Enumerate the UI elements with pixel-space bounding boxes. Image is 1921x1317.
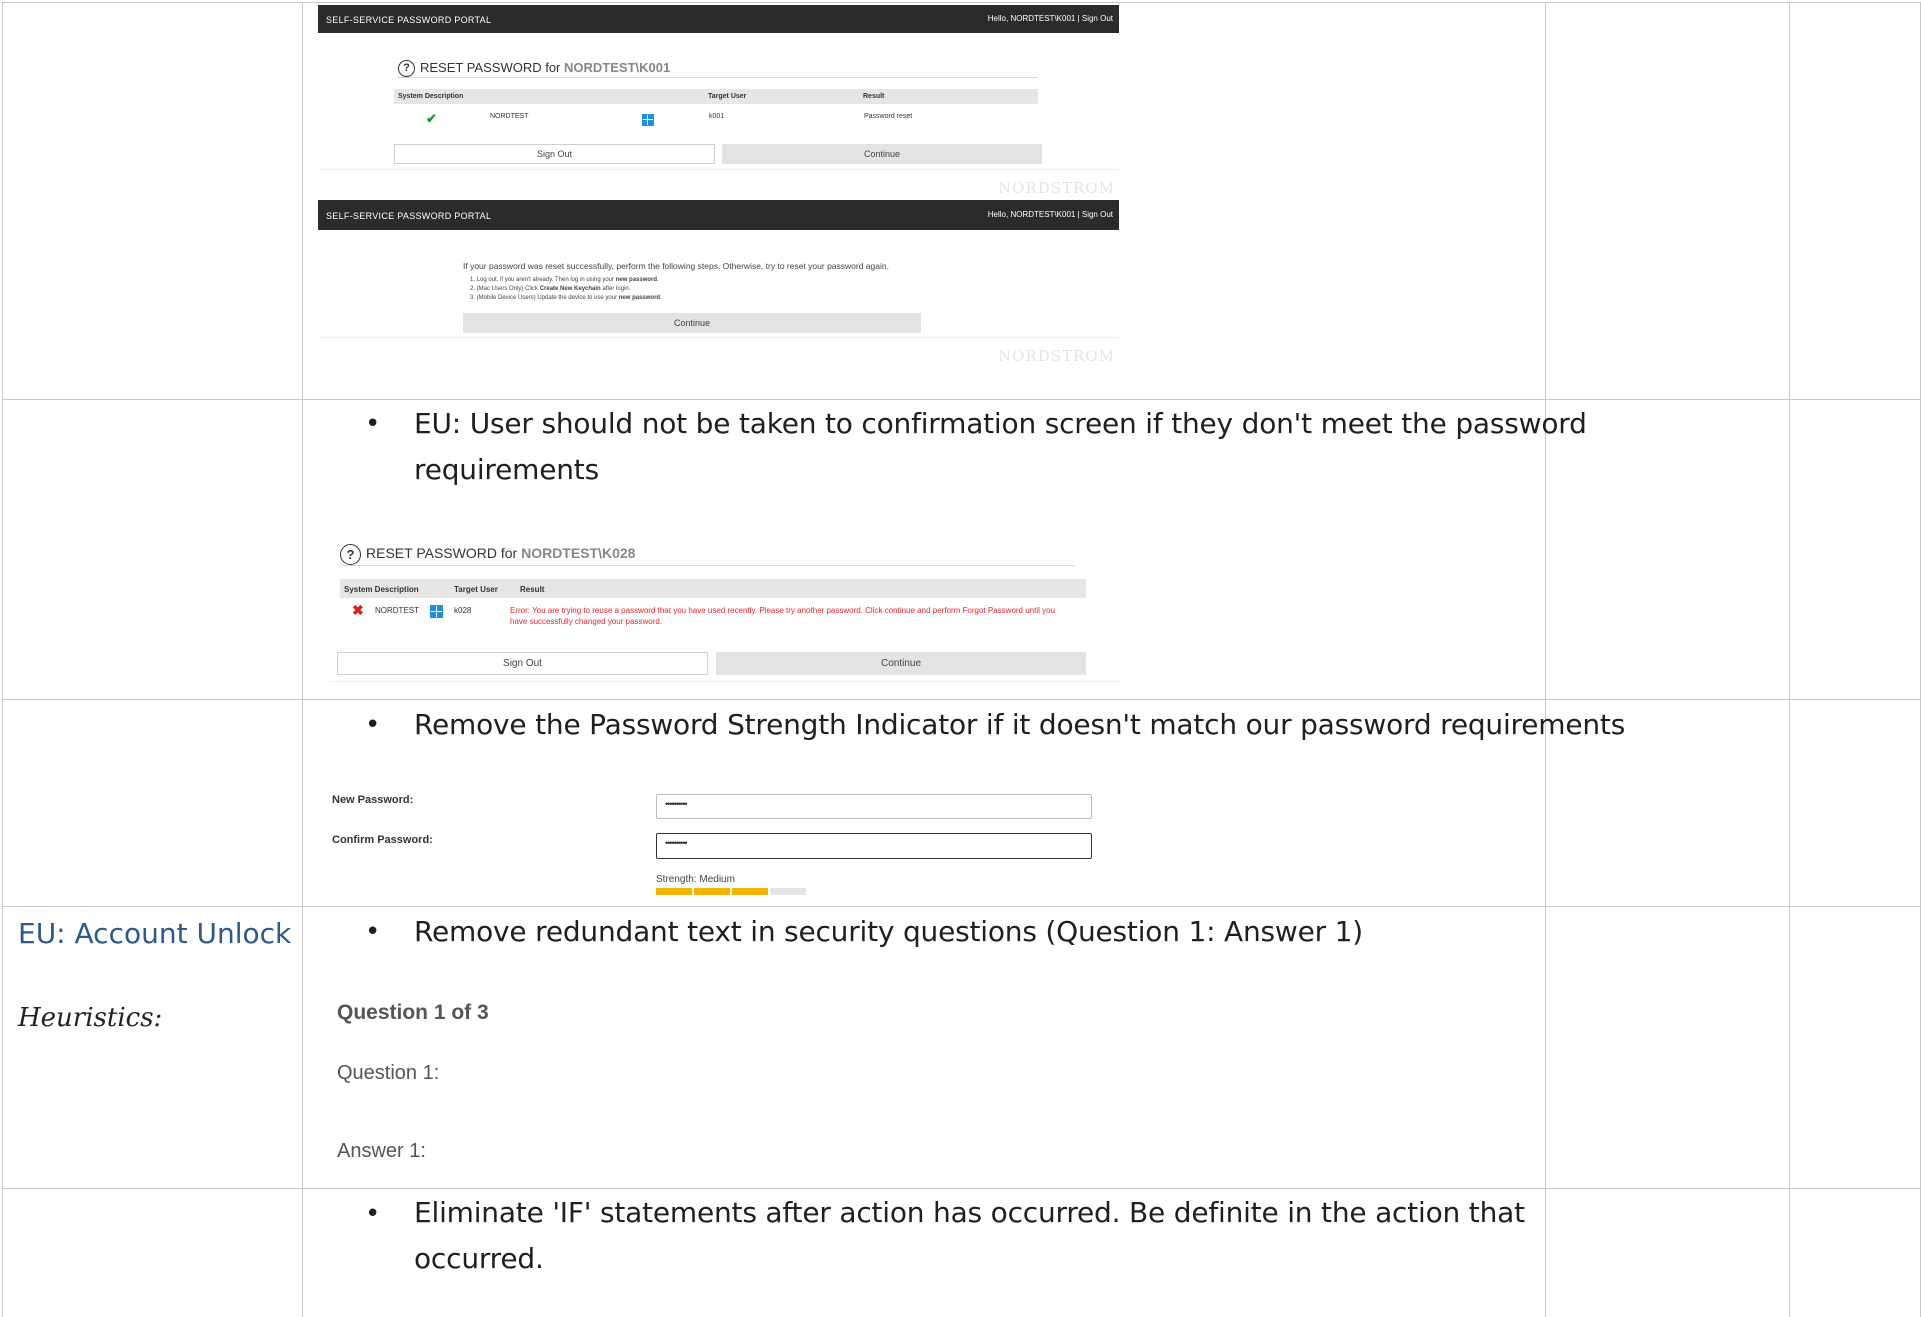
bullet-point: • [365,409,381,439]
col-divider-1 [302,2,303,1317]
confirm-password-input[interactable]: •••••••••• [656,833,1092,859]
continue-button[interactable]: Continue [716,652,1086,675]
finding-text-line-1: EU: User should not be taken to confirma… [414,407,1587,440]
footer-rule [318,169,1119,170]
footer-rule [330,681,1120,682]
portal-title: SELF-SERVICE PASSWORD PORTAL [326,211,492,221]
finding-text-line-2: requirements [414,453,599,486]
continue-button[interactable]: Continue [463,313,921,333]
system-name: NORDTEST [375,606,419,615]
col-divider-0 [2,2,3,1317]
col-divider-2 [1545,2,1546,1317]
confirm-password-label: Confirm Password: [332,834,433,846]
strength-segment-2 [694,888,730,895]
col-header-target: Target User [454,585,498,594]
strength-segment-1 [656,888,692,895]
help-question-icon: ? [398,60,415,77]
windows-icon [430,605,443,618]
sign-out-button[interactable]: Sign Out [394,144,715,164]
target-user: k028 [454,606,472,615]
title-rule [398,77,1038,78]
result-table-header: System Description Target User Result [340,579,1086,598]
col-header-result: Result [520,585,545,594]
footer-rule [318,337,1119,338]
nordstrom-logo: NORDSTROM [998,347,1115,365]
nordstrom-logo: NORDSTROM [998,179,1115,197]
row-divider-4 [2,1188,1921,1189]
col-header-system: System Description [344,585,419,594]
security-answer-label: Answer 1: [337,1140,426,1162]
security-question-header: Question 1 of 3 [337,1001,489,1024]
portal-title: SELF-SERVICE PASSWORD PORTAL [326,15,492,25]
reset-password-title: RESET PASSWORD for NORDTEST\K028 [366,545,636,561]
col-header-system: System Description [398,93,464,100]
portal-header-bar: SELF-SERVICE PASSWORD PORTAL Hello, NORD… [318,5,1119,33]
strength-label: Strength: Medium [656,874,735,885]
row-divider-1 [2,399,1921,400]
security-question-label: Question 1: [337,1062,440,1084]
new-password-label: New Password: [332,794,414,806]
error-x-icon: ✖ [352,602,364,618]
strength-segment-3 [732,888,768,895]
portal-screenshot-reset-success: SELF-SERVICE PASSWORD PORTAL Hello, NORD… [318,5,1119,200]
col-header-target: Target User [708,93,747,100]
portal-screenshot-next-steps: SELF-SERVICE PASSWORD PORTAL Hello, NORD… [318,200,1119,397]
row-divider-2 [2,699,1921,700]
instruction-step-2: 2. (Mac Users Only) Click Create New Key… [470,286,631,292]
col-header-result: Result [863,93,885,100]
reset-password-title: RESET PASSWORD for NORDTEST\K001 [420,60,671,75]
section-heading-account-unlock: EU: Account Unlock [18,917,292,950]
sign-out-button[interactable]: Sign Out [337,652,708,675]
instruction-step-1: 1. Log out, if you aren't already. Then … [470,277,659,283]
user-greeting-link[interactable]: Hello, NORDTEST\K001 | Sign Out [988,14,1113,23]
result-table-header: System Description Target User Result [394,89,1038,104]
title-rule [340,565,1075,566]
reset-password-error-screenshot: ? RESET PASSWORD for NORDTEST\K028 Syste… [330,538,1120,698]
heuristics-label: Heuristics: [18,1003,163,1033]
bullet-point: • [365,710,381,740]
user-greeting-link[interactable]: Hello, NORDTEST\K001 | Sign Out [988,210,1113,219]
error-message-line-2: have successfully changed your password. [510,617,663,626]
finding-text-line-2: occurred. [414,1242,544,1275]
target-user: k001 [709,113,725,120]
table-border-top [2,2,1921,3]
strength-segment-4 [770,888,806,895]
bullet-point: • [365,1199,381,1229]
portal-header-bar: SELF-SERVICE PASSWORD PORTAL Hello, NORD… [318,200,1119,230]
result-text: Password reset [864,113,913,120]
error-message-line-1: Error: You are trying to reuse a passwor… [510,606,1056,615]
bullet-point: • [365,917,381,947]
help-question-icon: ? [340,544,361,565]
instruction-step-3: 3. (Mobile Device Users) Update the devi… [470,295,662,301]
new-password-input[interactable]: •••••••••• [656,794,1092,819]
strength-meter [656,888,806,895]
continue-button[interactable]: Continue [722,144,1042,164]
success-check-icon: ✔ [426,111,437,126]
finding-text: Remove redundant text in security questi… [414,915,1363,948]
row-divider-3 [2,906,1921,907]
windows-icon [642,114,654,126]
finding-text-line-1: Eliminate 'IF' statements after action h… [414,1196,1525,1229]
finding-text: Remove the Password Strength Indicator i… [414,708,1626,741]
reset-instructions-intro: If your password was reset successfully,… [463,261,889,271]
system-name: NORDTEST [490,113,529,120]
col-divider-3 [1789,2,1790,1317]
